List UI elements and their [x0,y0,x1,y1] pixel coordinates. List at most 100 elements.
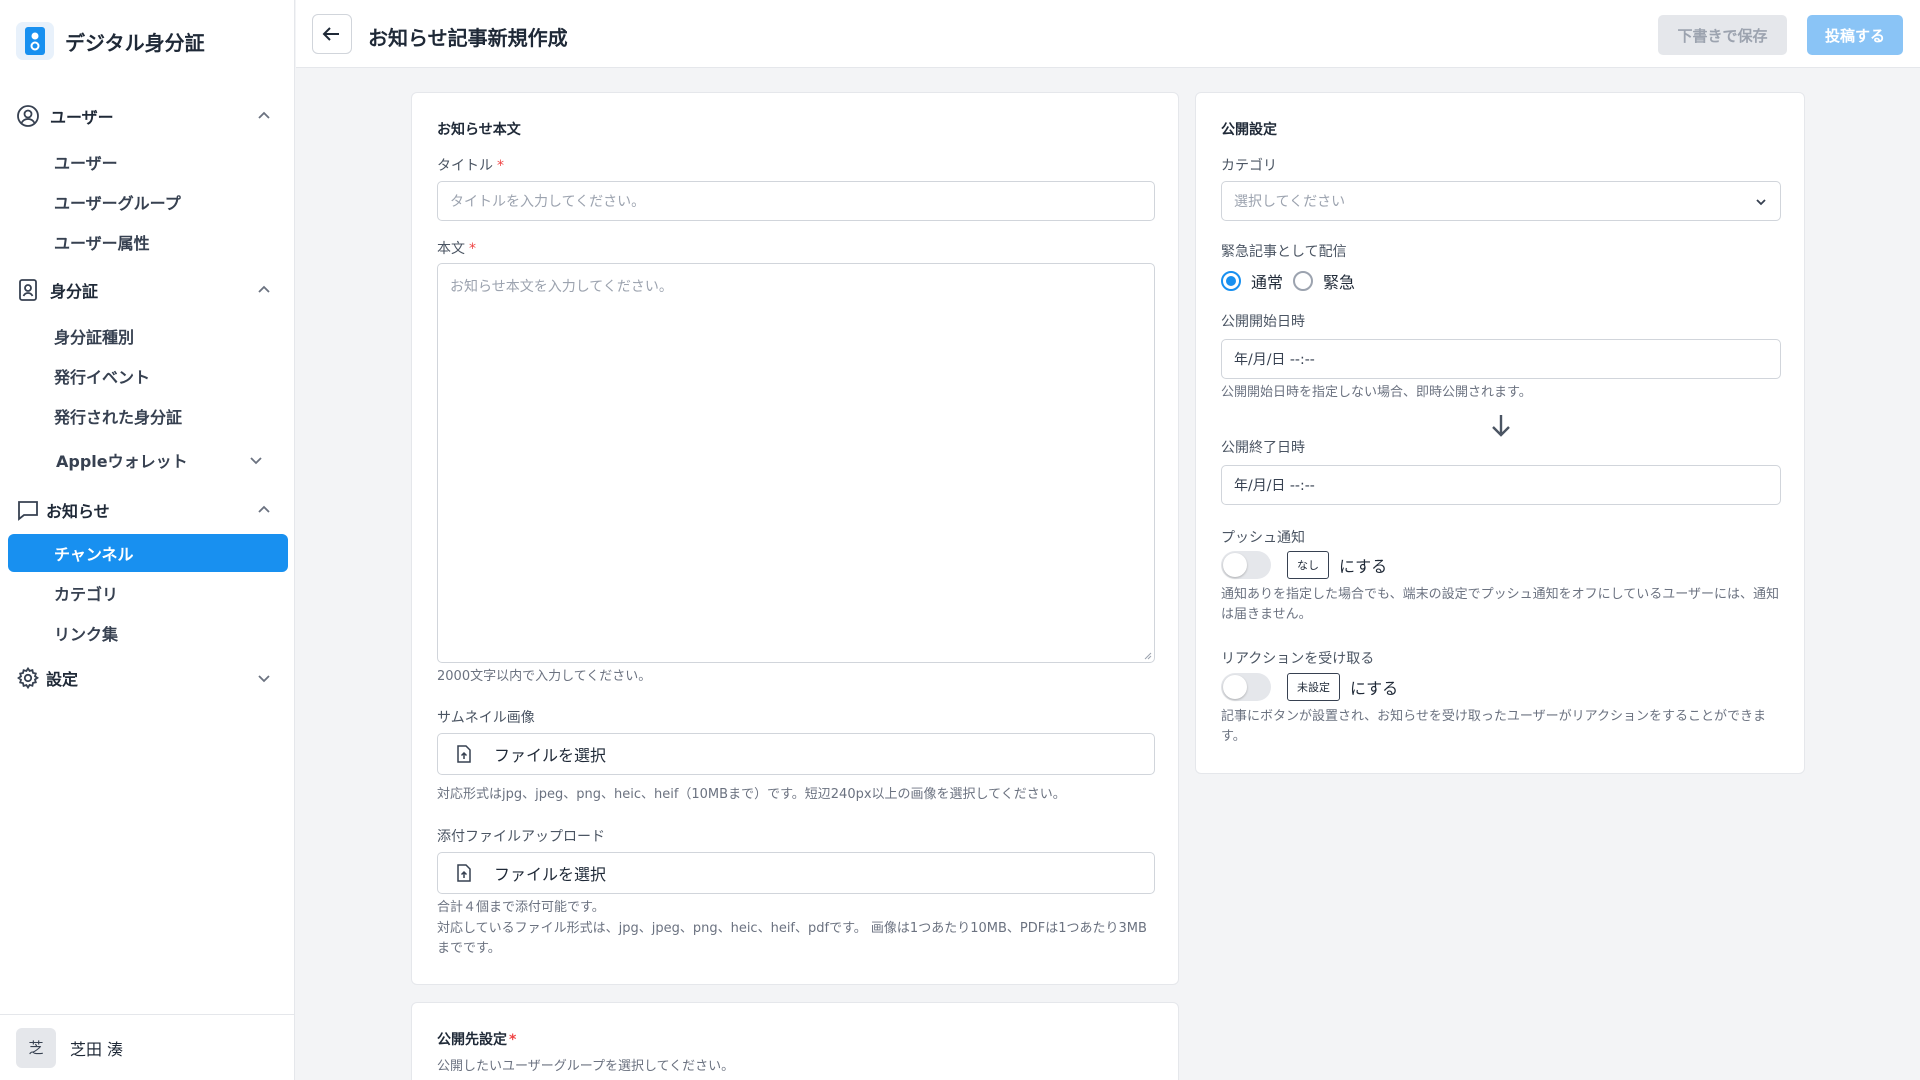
end-label: 公開終了日時 [1221,440,1305,456]
title-label: タイトル * [437,155,504,175]
nav-group-settings[interactable]: 設定 [16,663,276,693]
nav-group-notices[interactable]: お知らせ [16,495,276,525]
sidebar-item-users[interactable]: ユーザー [8,143,288,181]
reaction-suffix: にする [1350,679,1399,698]
attachment-hint-count: 合計４個まで添付可能です。 [437,900,605,915]
publish-settings-card: 公開設定 カテゴリ 選択してください 緊急記事として配信 通常 緊急 公開開始日… [1195,92,1805,774]
chevron-up-icon [258,111,270,119]
reaction-label: リアクションを受け取る [1221,651,1375,667]
reaction-toggle-row: 未設定 にする [1221,673,1398,701]
start-datetime-input[interactable]: 年/月/日 --:-- [1221,339,1781,379]
push-status-badge: なし [1287,551,1329,579]
push-toggle-row: なし にする [1221,551,1387,579]
card-heading: 公開先設定 * [437,1029,516,1049]
chevron-down-icon [1756,199,1766,206]
attachment-hint-formats: 対応しているファイル形式は、jpg、jpeg、png、heic、heif、pdf… [437,921,1147,956]
title-label-text: タイトル [437,158,493,174]
card-heading: お知らせ本文 [437,122,521,138]
attachment-label: 添付ファイルアップロード [437,829,605,845]
nav-group-id-card[interactable]: 身分証 [16,275,276,305]
reaction-status-badge: 未設定 [1287,673,1340,701]
required-mark: * [497,158,504,174]
save-draft-button[interactable]: 下書きで保存 [1658,15,1787,55]
end-placeholder: 年/月/日 --:-- [1234,478,1315,494]
title-placeholder: タイトルを入力してください。 [450,194,646,210]
body-textarea[interactable]: お知らせ本文を入力してください。 [437,263,1155,663]
start-hint: 公開開始日時を指定しない場合、即時公開されます。 [1221,385,1532,400]
publish-target-card: 公開先設定 * 公開したいユーザーグループを選択してください。 [411,1002,1179,1080]
reaction-toggle[interactable] [1221,673,1271,701]
body-label: 本文 * [437,238,476,258]
post-button[interactable]: 投稿する [1807,15,1903,55]
sidebar-item-issue-events[interactable]: 発行イベント [8,357,288,395]
push-label: プッシュ通知 [1221,530,1305,546]
push-toggle[interactable] [1221,551,1271,579]
category-select[interactable]: 選択してください [1221,181,1781,221]
page-title: お知らせ記事新規作成 [368,26,568,50]
sidebar-item-user-attributes[interactable]: ユーザー属性 [8,223,288,261]
nav-group-label: ユーザー [50,108,114,127]
radio-urgent-label: 緊急 [1323,273,1356,292]
thumbnail-hint: 対応形式はjpg、jpeg、png、heic、heif（10MBまで）です。短辺… [437,787,1066,802]
start-label: 公開開始日時 [1221,314,1305,330]
file-button-label: ファイルを選択 [494,865,607,884]
chevron-up-icon [258,505,270,513]
chevron-up-icon [258,285,270,293]
sidebar-item-user-groups[interactable]: ユーザーグループ [8,183,288,221]
card-heading: 公開設定 [1221,122,1277,138]
sidebar-item-label: Appleウォレット [56,452,188,471]
category-label: カテゴリ [1221,158,1277,174]
id-badge-icon [16,278,40,302]
file-button-label: ファイルを選択 [494,746,607,765]
body-placeholder: お知らせ本文を入力してください。 [450,279,673,295]
chevron-down-icon [250,457,262,465]
app-logo-icon [16,22,54,60]
user-name: 芝田 湊 [70,1039,124,1059]
urgent-label: 緊急記事として配信 [1221,244,1347,260]
sidebar-item-links[interactable]: リンク集 [8,614,288,652]
sidebar-item-issued-ids[interactable]: 発行された身分証 [8,397,288,435]
required-mark: * [469,241,476,257]
radio-urgent[interactable] [1293,271,1314,291]
target-hint: 公開したいユーザーグループを選択してください。 [437,1059,735,1074]
sidebar-item-category[interactable]: カテゴリ [8,574,288,612]
file-upload-icon [457,864,471,882]
category-placeholder: 選択してください [1234,194,1346,210]
attachment-file-button[interactable]: ファイルを選択 [437,852,1155,894]
message-square-icon [16,498,40,522]
title-input[interactable]: タイトルを入力してください。 [437,181,1155,221]
user-menu[interactable]: 芝 芝田 湊 [0,1014,295,1080]
sidebar-item-apple-wallet[interactable]: Appleウォレット [8,441,288,479]
required-mark: * [509,1032,517,1048]
notice-body-card: お知らせ本文 タイトル * タイトルを入力してください。 本文 * お知らせ本文を入… [411,92,1179,985]
thumbnail-file-button[interactable]: ファイルを選択 [437,733,1155,775]
thumbnail-label: サムネイル画像 [437,710,535,726]
body-hint: 2000文字以内で入力してください。 [437,669,652,684]
start-placeholder: 年/月/日 --:-- [1234,352,1315,368]
avatar: 芝 [16,1027,56,1068]
chevron-down-icon [258,675,270,683]
body-label-text: 本文 [437,241,465,257]
nav-group-label: 身分証 [50,282,99,301]
arrow-left-icon [322,27,339,41]
gear-icon [16,666,40,690]
reaction-hint: 記事にボタンが設置され、お知らせを受け取ったユーザーがリアクションをすることがで… [1221,709,1766,744]
push-suffix: にする [1339,557,1388,576]
end-datetime-input[interactable]: 年/月/日 --:-- [1221,465,1781,505]
urgent-radio-group: 通常 緊急 [1221,269,1355,293]
app-name: デジタル身分証 [65,30,205,55]
file-upload-icon [457,745,471,763]
card-heading-text: 公開先設定 [437,1032,507,1048]
back-button[interactable] [312,14,352,54]
sidebar-item-id-types[interactable]: 身分証種別 [8,317,288,355]
resize-handle-icon[interactable] [1142,650,1152,660]
nav-group-label: お知らせ [46,502,110,521]
radio-normal[interactable] [1221,271,1241,291]
radio-normal-label: 通常 [1251,273,1284,292]
brand[interactable]: デジタル身分証 [16,22,205,60]
push-hint: 通知ありを指定した場合でも、端末の設定でプッシュ通知をオフにしているユーザーには… [1221,587,1779,622]
arrow-down-icon [1492,415,1510,437]
nav-group-label: 設定 [46,670,79,689]
sidebar-item-channel[interactable]: チャンネル [8,534,288,572]
nav-group-users[interactable]: ユーザー [16,101,276,131]
